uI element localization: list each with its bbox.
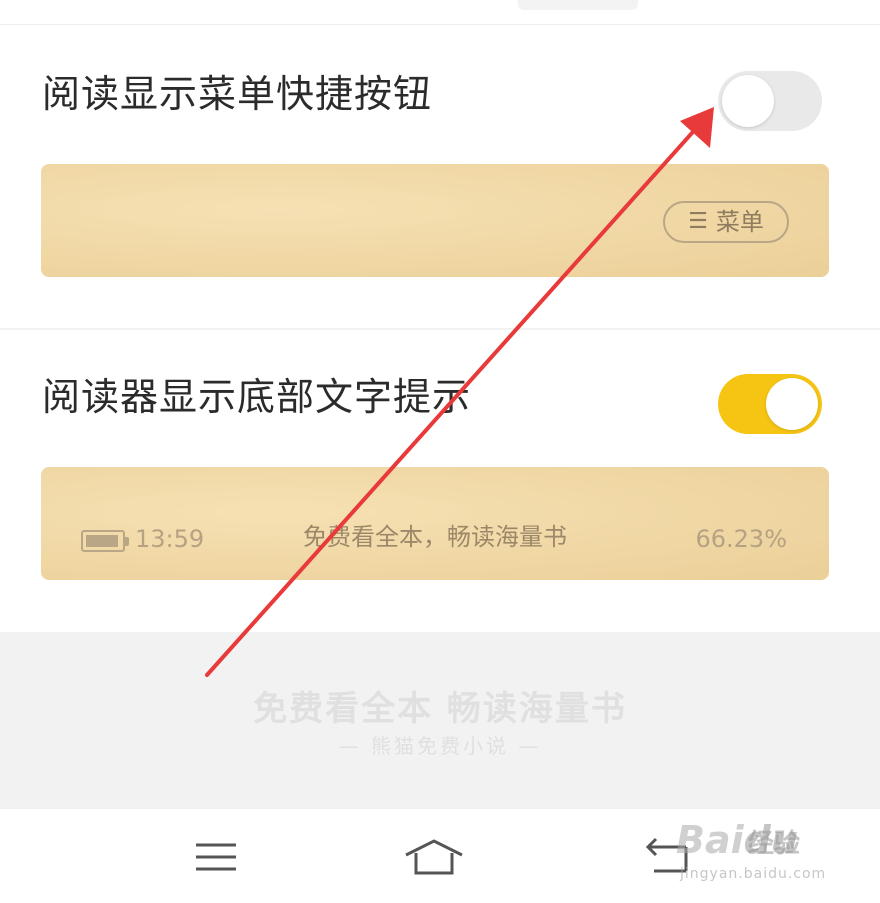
menu-shortcut-preview: ☰ 菜单 xyxy=(41,164,829,277)
menu-icon[interactable] xyxy=(186,831,246,881)
promo-banner: 免费看全本 畅读海量书 — 熊猫免费小说 — xyxy=(0,632,880,808)
footer-hint-preview: 13:59 免费看全本，畅读海量书 66.23% xyxy=(41,467,829,580)
previous-toggle-edge xyxy=(518,0,638,10)
setting-row-footer-hint: 阅读器显示底部文字提示 xyxy=(0,358,880,438)
setting-label: 阅读器显示底部文字提示 xyxy=(42,375,472,419)
watermark-url: jingyan.baidu.com xyxy=(680,866,827,882)
top-divider xyxy=(0,24,880,25)
menu-pill-label: 菜单 xyxy=(715,208,764,236)
settings-page: 阅读显示菜单快捷按钮 ☰ 菜单 阅读器显示底部文字提示 13:59 免费看全本，… xyxy=(0,0,880,903)
setting-row-menu-shortcut: 阅读显示菜单快捷按钮 xyxy=(0,55,880,135)
setting-label: 阅读显示菜单快捷按钮 xyxy=(42,72,433,116)
baidu-jingyan-watermark: Baidu 经验 jingyan.baidu.com xyxy=(676,806,876,898)
promo-subtitle: — 熊猫免费小说 — xyxy=(338,734,542,758)
section-divider xyxy=(0,328,880,330)
promo-title: 免费看全本 畅读海量书 xyxy=(253,689,627,729)
toggle-knob xyxy=(766,378,818,430)
home-icon[interactable] xyxy=(404,831,464,881)
footer-hint-toggle[interactable] xyxy=(718,374,822,434)
watermark-suffix: 经验 xyxy=(748,829,801,859)
toggle-knob xyxy=(722,75,774,127)
hamburger-icon: ☰ xyxy=(688,209,708,234)
menu-shortcut-toggle[interactable] xyxy=(718,71,822,131)
preview-progress: 66.23% xyxy=(695,525,787,553)
menu-pill-button: ☰ 菜单 xyxy=(663,201,789,243)
